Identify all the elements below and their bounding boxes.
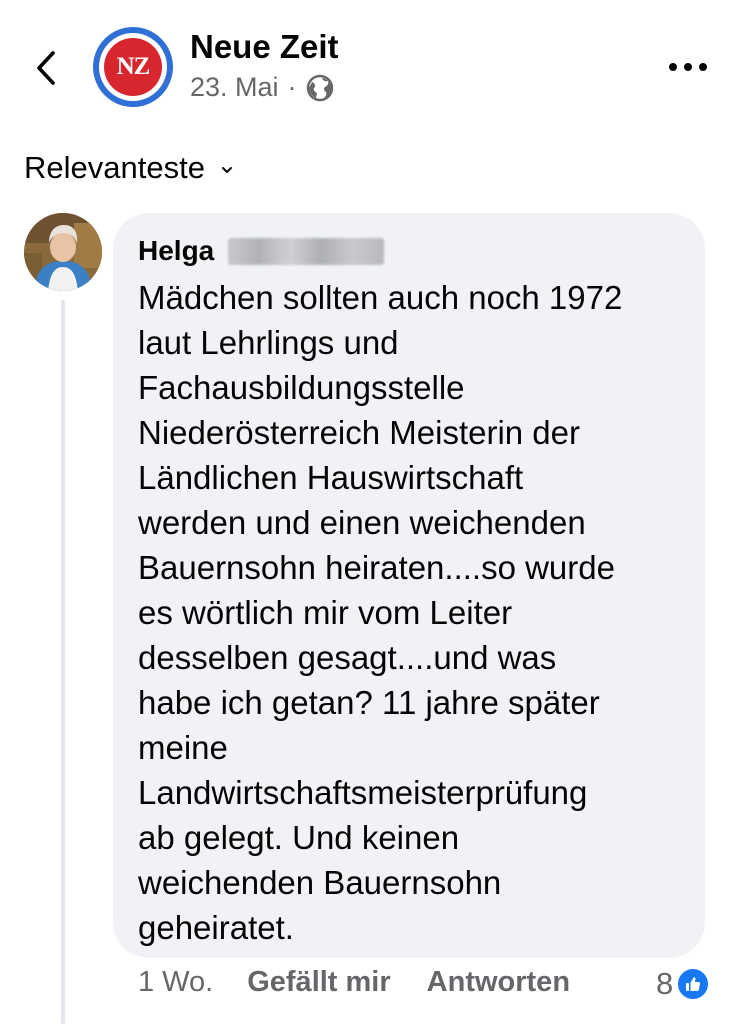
back-button[interactable] (26, 46, 66, 90)
commenter-avatar[interactable] (24, 213, 102, 291)
logo-ring: NZ (99, 33, 167, 101)
comment-bubble[interactable]: Helga Mädchen sollten auch noch 1972 lau… (113, 213, 705, 958)
sort-label: Relevanteste (24, 150, 205, 185)
post-meta: 23. Mai · (190, 72, 334, 103)
like-button[interactable]: Gefällt mir (247, 966, 390, 999)
chevron-down-icon (221, 167, 232, 173)
reaction-count[interactable]: 8 (656, 966, 711, 1002)
comment-page: NZ Neue Zeit 23. Mai · Relevanteste Helg… (0, 0, 734, 1024)
post-date[interactable]: 23. Mai (190, 72, 279, 103)
logo-text: NZ (104, 38, 162, 96)
comment-actions: 1 Wo. Gefällt mir Antworten (138, 966, 570, 999)
meta-separator: · (287, 72, 297, 102)
comment-text: Mädchen sollten auch noch 1972 laut Lehr… (138, 279, 623, 946)
author-row: Helga (138, 233, 681, 269)
more-dots-icon (669, 63, 707, 71)
thumbs-up-icon (676, 967, 711, 1001)
reaction-count-number: 8 (656, 966, 674, 1001)
thread-line (61, 300, 65, 1024)
page-name[interactable]: Neue Zeit (190, 28, 339, 66)
reply-button[interactable]: Antworten (427, 966, 570, 999)
commenter-photo (24, 213, 102, 291)
page-avatar-logo[interactable]: NZ (93, 27, 173, 107)
author-name[interactable]: Helga (138, 235, 214, 267)
more-options-button[interactable] (664, 52, 712, 82)
redacted-last-name (228, 237, 385, 265)
chevron-left-icon (37, 51, 55, 85)
comment-time[interactable]: 1 Wo. (138, 966, 213, 999)
sort-dropdown[interactable]: Relevanteste (24, 150, 233, 186)
globe-icon (306, 74, 333, 101)
